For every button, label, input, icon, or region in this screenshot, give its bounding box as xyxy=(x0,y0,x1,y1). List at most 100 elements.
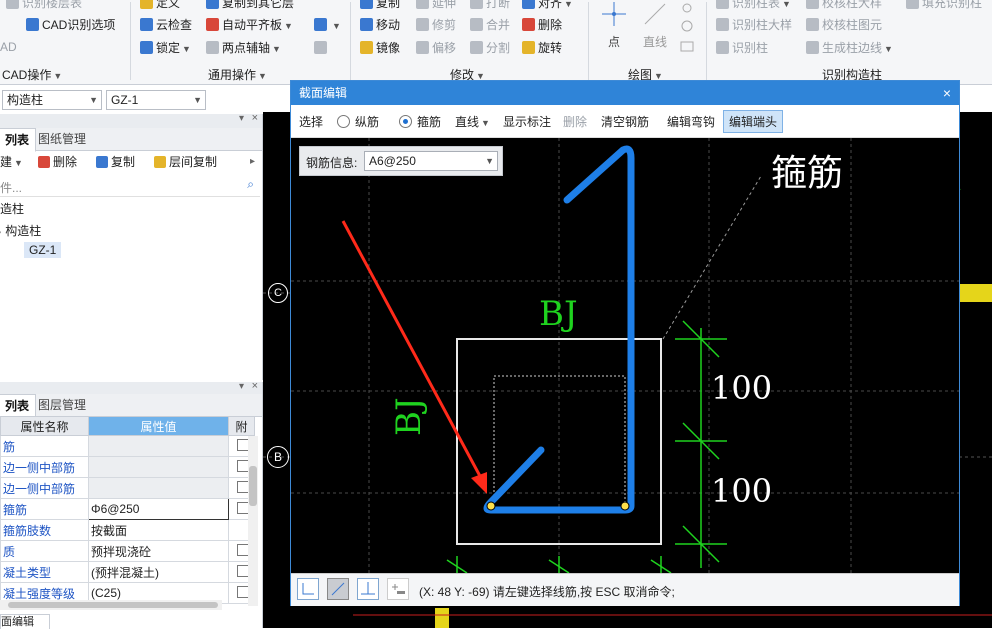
copy-component-button[interactable]: 复制 xyxy=(96,152,135,172)
property-row[interactable]: 质预拌现浇砼 xyxy=(0,540,255,562)
check-column-detail-button[interactable]: 校核柱大样 xyxy=(806,0,882,12)
element-name-combo[interactable]: GZ-1 ▼ xyxy=(106,90,206,110)
group-cad-operation[interactable]: CAD操作 ▼ xyxy=(2,66,62,83)
tree-group[interactable]: ◦构造柱 xyxy=(0,222,41,239)
checkbox-icon[interactable] xyxy=(236,564,249,577)
property-row[interactable]: 箍筋 Φ6@250 xyxy=(0,498,255,520)
property-value[interactable]: 预拌现浇砼 xyxy=(88,540,229,562)
property-value[interactable]: 按截面 xyxy=(88,519,229,541)
tab-section-edit[interactable]: 面编辑 xyxy=(0,614,50,629)
checkbox-icon[interactable] xyxy=(236,438,249,451)
define-button[interactable]: 定义 xyxy=(140,0,180,12)
cad-options-button[interactable]: CAD识别选项 xyxy=(26,16,115,34)
check-column-figure-button[interactable]: 校核柱图元 xyxy=(806,16,882,34)
copy-button[interactable]: 复制 xyxy=(360,0,400,12)
offset-input-icon[interactable] xyxy=(387,578,409,600)
property-row[interactable]: 边一侧中部筋 xyxy=(0,456,255,478)
search-input[interactable]: 件... xyxy=(0,179,22,196)
component-search[interactable]: 件... ⌕ xyxy=(0,176,260,197)
more-icon[interactable]: ▸ xyxy=(250,152,255,172)
align-button[interactable]: 对齐 ▼ xyxy=(522,0,573,12)
draw-shape-tools[interactable] xyxy=(678,2,696,57)
search-icon[interactable]: ⌕ xyxy=(247,177,254,192)
close-icon[interactable]: × xyxy=(943,81,951,105)
pin-icon[interactable]: ▾ xyxy=(239,381,244,392)
identify-floor-table-button[interactable]: 识别楼层表 xyxy=(6,0,82,12)
tab-property-list[interactable]: 列表 xyxy=(0,394,37,418)
scroll-thumb[interactable] xyxy=(249,466,257,506)
angle-mode-icon[interactable] xyxy=(327,578,349,600)
property-value[interactable] xyxy=(88,477,229,499)
orthogonal-mode-icon[interactable] xyxy=(297,578,319,600)
clear-rebar-button[interactable]: 清空钢筋 xyxy=(601,113,649,130)
view-dropdown[interactable]: ▼ xyxy=(314,16,341,34)
break-button[interactable]: 打断 xyxy=(470,0,510,12)
section-canvas[interactable]: BJ BJ 100 100 箍筋 钢筋信息: A6@250 ▼ xyxy=(291,138,959,573)
vertical-snap-icon[interactable] xyxy=(357,578,379,600)
filter-button[interactable] xyxy=(314,39,330,57)
checkbox-icon[interactable] xyxy=(236,543,249,556)
group-general-operation[interactable]: 通用操作 ▼ xyxy=(208,66,267,83)
rebar-endpoint[interactable] xyxy=(620,501,630,511)
identify-column-detail-button[interactable]: 识别柱大样 xyxy=(716,16,792,34)
generate-column-edge-button[interactable]: 生成柱边线 ▼ xyxy=(806,39,893,57)
tab-component-list[interactable]: 列表 xyxy=(0,128,37,152)
identify-column-table-button[interactable]: 识别柱表 ▼ xyxy=(716,0,791,12)
fill-identify-column-button[interactable]: 填充识别柱 xyxy=(906,0,982,12)
offset-button[interactable]: 偏移 xyxy=(416,39,456,57)
checkbox-icon[interactable] xyxy=(236,585,249,598)
rebar-endpoint[interactable] xyxy=(486,501,496,511)
radio-longitudinal[interactable]: 纵筋 xyxy=(337,113,379,130)
move-button[interactable]: 移动 xyxy=(360,16,400,34)
auto-flat-slab-button[interactable]: 自动平齐板 ▼ xyxy=(206,16,293,34)
delete-rebar-button[interactable]: 删除 xyxy=(563,113,587,130)
edit-end-button[interactable]: 编辑端头 xyxy=(723,110,784,133)
delete-ribbon-button[interactable]: 删除 xyxy=(522,16,562,34)
two-point-axis-button[interactable]: 两点辅轴 ▼ xyxy=(206,39,281,57)
property-vertical-scrollbar[interactable] xyxy=(248,436,258,606)
property-row[interactable]: 箍筋肢数 按截面 xyxy=(0,519,255,541)
tree-root[interactable]: 造柱 xyxy=(0,200,24,217)
checkbox-icon[interactable] xyxy=(236,480,249,493)
select-button[interactable]: 选择 xyxy=(299,113,323,130)
checkbox-icon[interactable] xyxy=(236,459,249,472)
split-button[interactable]: 分割 xyxy=(470,39,510,57)
expand-icon[interactable]: ◦ xyxy=(0,227,1,237)
show-annotation-button[interactable]: 显示标注 xyxy=(503,113,551,130)
delete-component-button[interactable]: 删除 xyxy=(38,152,77,172)
radio-stirrup[interactable]: 箍筋 xyxy=(399,113,441,130)
mirror-button[interactable]: 镜像 xyxy=(360,39,400,57)
dialog-title-bar[interactable]: 截面编辑 × xyxy=(291,81,959,105)
property-row[interactable]: 筋 xyxy=(0,435,255,457)
property-value[interactable] xyxy=(88,435,229,457)
property-value[interactable]: (预拌混凝土) xyxy=(88,561,229,583)
property-value[interactable]: Φ6@250 xyxy=(88,498,229,520)
new-button[interactable]: 建 ▼ xyxy=(0,152,23,173)
tab-drawing-management[interactable]: 图纸管理 xyxy=(32,128,92,150)
rebar-info-select[interactable]: A6@250 ▼ xyxy=(364,151,498,171)
close-icon[interactable]: × xyxy=(252,380,258,392)
draw-point-button[interactable]: 点 xyxy=(600,0,628,50)
cloud-check-button[interactable]: 云检查 xyxy=(140,16,192,34)
tab-layer-management[interactable]: 图层管理 xyxy=(32,394,92,416)
draw-line-button[interactable]: 直线 xyxy=(640,0,670,50)
copy-between-floors-button[interactable]: 层间复制 xyxy=(154,152,217,172)
property-value[interactable] xyxy=(88,456,229,478)
property-row[interactable]: 凝土类型 (预拌混凝土) xyxy=(0,561,255,583)
pin-icon[interactable]: ▾ xyxy=(239,113,244,124)
rotate-button[interactable]: 旋转 xyxy=(522,39,562,57)
line-mode-dropdown[interactable]: 直线 ▼ xyxy=(455,113,490,130)
property-horizontal-scrollbar[interactable] xyxy=(0,600,222,610)
tree-leaf-gz1[interactable]: GZ-1 xyxy=(24,242,62,258)
checkbox-icon[interactable] xyxy=(236,501,249,514)
element-type-combo[interactable]: 构造柱 ▼ xyxy=(2,90,102,110)
close-icon[interactable]: × xyxy=(252,112,258,124)
identify-column-button[interactable]: 识别柱 xyxy=(716,39,768,57)
merge-button[interactable]: 合并 xyxy=(470,16,510,34)
property-row[interactable]: 边一侧中部筋 xyxy=(0,477,255,499)
scroll-thumb[interactable] xyxy=(8,602,218,608)
edit-hook-button[interactable]: 编辑弯钩 xyxy=(667,113,715,130)
extend-button[interactable]: 延伸 xyxy=(416,0,456,12)
trim-button[interactable]: 修剪 xyxy=(416,16,456,34)
lock-button[interactable]: 锁定 ▼ xyxy=(140,39,191,57)
